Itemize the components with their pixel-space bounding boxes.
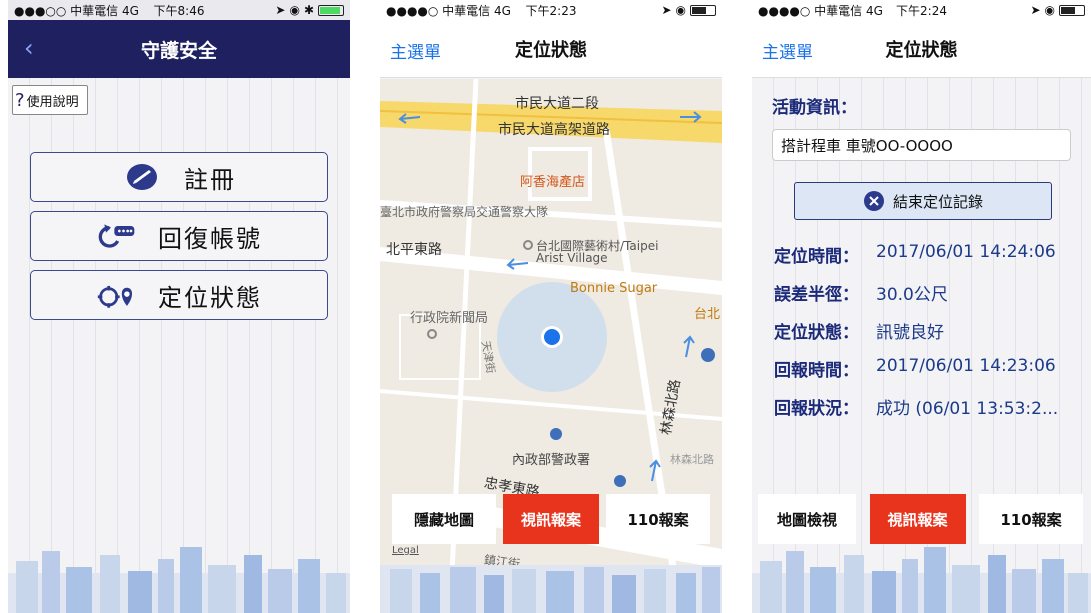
map-label: 台北 <box>694 307 721 322</box>
close-circle-icon <box>863 191 884 211</box>
alarm-icon: ◉ <box>1044 3 1055 17</box>
hide-map-button[interactable]: 隱藏地圖 <box>392 494 496 544</box>
location-arrow-icon: ➤ <box>1030 3 1041 17</box>
main-menu-link[interactable]: 主選單 <box>390 38 441 63</box>
question-icon: ? <box>15 89 25 111</box>
report-110-button[interactable]: 110報案 <box>606 494 710 544</box>
legal-link[interactable]: Legal <box>392 545 419 556</box>
chevron-left-icon[interactable]: ‹ <box>24 34 34 62</box>
battery-icon <box>1059 4 1085 16</box>
map-label: 市民大道高架道路 <box>498 122 610 138</box>
register-label: 註冊 <box>184 165 236 194</box>
map-label: Bonnie Sugar <box>570 281 658 296</box>
map-label: 內政部警政署 <box>512 453 591 468</box>
info-row-location-status: 定位狀態： 訊號良好 <box>774 318 944 343</box>
nav-bar: 主選單 定位狀態 <box>752 20 1091 78</box>
location-status-button[interactable]: 定位狀態 <box>30 270 328 320</box>
info-value: 2017/06/01 14:23:06 <box>876 356 1056 376</box>
city-skyline-image <box>380 565 722 613</box>
activity-info-label: 活動資訊： <box>772 98 857 118</box>
info-value: 30.0公尺 <box>876 285 948 305</box>
register-button[interactable]: 註冊 <box>30 152 328 202</box>
main-menu-link[interactable]: 主選單 <box>762 38 813 63</box>
register-icon <box>122 160 162 194</box>
map-view-button[interactable]: 地圖檢視 <box>758 494 856 544</box>
info-key: 定位狀態： <box>774 323 859 343</box>
video-report-button[interactable]: 視訊報案 <box>503 494 599 544</box>
page-title: 定位狀態 <box>515 39 587 61</box>
info-row-report-time: 回報時間： 2017/06/01 14:23:06 <box>774 356 1056 381</box>
carrier-signal: ●●●●○ 中華電信 4G <box>758 3 883 18</box>
alarm-icon: ◉ <box>289 3 300 17</box>
map-label: Arist Village <box>536 251 608 265</box>
battery-icon <box>690 4 716 16</box>
status-bar: ●●●●○ 中華電信 4G 下午2:24 ➤ ◉ <box>752 0 1091 20</box>
action-bar: 隱藏地圖 視訊報案 110報案 <box>380 494 722 544</box>
location-status-icon <box>96 278 136 312</box>
info-key: 定位時間： <box>774 247 859 267</box>
info-row-error-radius: 誤差半徑： 30.0公尺 <box>774 280 948 305</box>
map-label: 阿香海產店 <box>520 175 586 190</box>
map-label: 北平東路 <box>386 242 442 258</box>
status-icons: ➤ ◉ <box>661 3 716 17</box>
info-row-report-result: 回報狀況： 成功 (06/01 13:53:2... <box>774 394 1058 419</box>
info-value: 訊號良好 <box>876 323 944 343</box>
map-label: 林森北路 <box>670 453 714 466</box>
help-label: 使用說明 <box>26 94 79 110</box>
video-report-button[interactable]: 視訊報案 <box>869 494 966 544</box>
page-title: 定位狀態 <box>885 39 958 61</box>
info-value: 成功 (06/01 13:53:2... <box>876 399 1059 419</box>
activity-info-field[interactable]: 搭計程車 車號OO-OOOO <box>772 129 1071 161</box>
info-key: 回報時間： <box>774 361 859 381</box>
map-label: 臺北市政府警察局交通警察大隊 <box>380 205 549 219</box>
info-row-location-time: 定位時間： 2017/06/01 14:24:06 <box>774 242 1056 267</box>
end-location-record-label: 結束定位記錄 <box>892 192 983 211</box>
screen-location-info: ●●●●○ 中華電信 4G 下午2:24 ➤ ◉ 主選單 定位狀態 活動資訊： … <box>752 0 1091 613</box>
map-label: 市民大道二段 <box>515 96 599 112</box>
action-bar: 地圖檢視 視訊報案 110報案 <box>752 494 1091 544</box>
status-icons: ➤ ◉ ✱ <box>275 3 344 17</box>
report-110-button[interactable]: 110報案 <box>979 494 1083 544</box>
carrier-signal: ●●●●○ 中華電信 4G <box>386 3 511 18</box>
info-key: 回報狀況： <box>774 399 859 419</box>
status-bar: ●●●●○ 中華電信 4G 下午2:23 ➤ ◉ <box>380 0 722 20</box>
location-status-label: 定位狀態 <box>158 283 262 312</box>
screen-location-map: ●●●●○ 中華電信 4G 下午2:23 ➤ ◉ 主選單 定位狀態 市民大道二段… <box>380 0 722 613</box>
nav-bar: ‹ 守護安全 <box>8 20 350 78</box>
map-label: 行政院新聞局 <box>410 311 489 326</box>
city-skyline-image <box>8 547 350 613</box>
end-location-record-button[interactable]: 結束定位記錄 <box>794 182 1052 220</box>
city-skyline-image <box>752 547 1091 613</box>
location-arrow-icon: ➤ <box>661 3 672 17</box>
location-arrow-icon: ➤ <box>275 3 286 17</box>
status-bar: ●●●○○ 中華電信 4G 下午8:46 ➤ ◉ ✱ <box>8 0 350 20</box>
page-title: 守護安全 <box>140 39 217 62</box>
carrier-signal: ●●●○○ 中華電信 4G <box>14 3 139 18</box>
restore-account-button[interactable]: 回復帳號 <box>30 211 328 261</box>
nav-bar: 主選單 定位狀態 <box>380 20 722 78</box>
screen-guardian-safety: ●●●○○ 中華電信 4G 下午8:46 ➤ ◉ ✱ ‹ 守護安全 ? 使用說明… <box>8 0 350 613</box>
help-button[interactable]: ? 使用說明 <box>12 85 88 115</box>
restore-account-icon <box>96 219 136 253</box>
info-key: 誤差半徑： <box>774 285 859 305</box>
alarm-icon: ◉ <box>675 3 686 17</box>
status-icons: ➤ ◉ <box>1030 3 1085 17</box>
battery-icon <box>318 4 344 16</box>
info-value: 2017/06/01 14:24:06 <box>876 242 1056 262</box>
bluetooth-icon: ✱ <box>303 3 314 17</box>
restore-account-label: 回復帳號 <box>158 224 262 253</box>
